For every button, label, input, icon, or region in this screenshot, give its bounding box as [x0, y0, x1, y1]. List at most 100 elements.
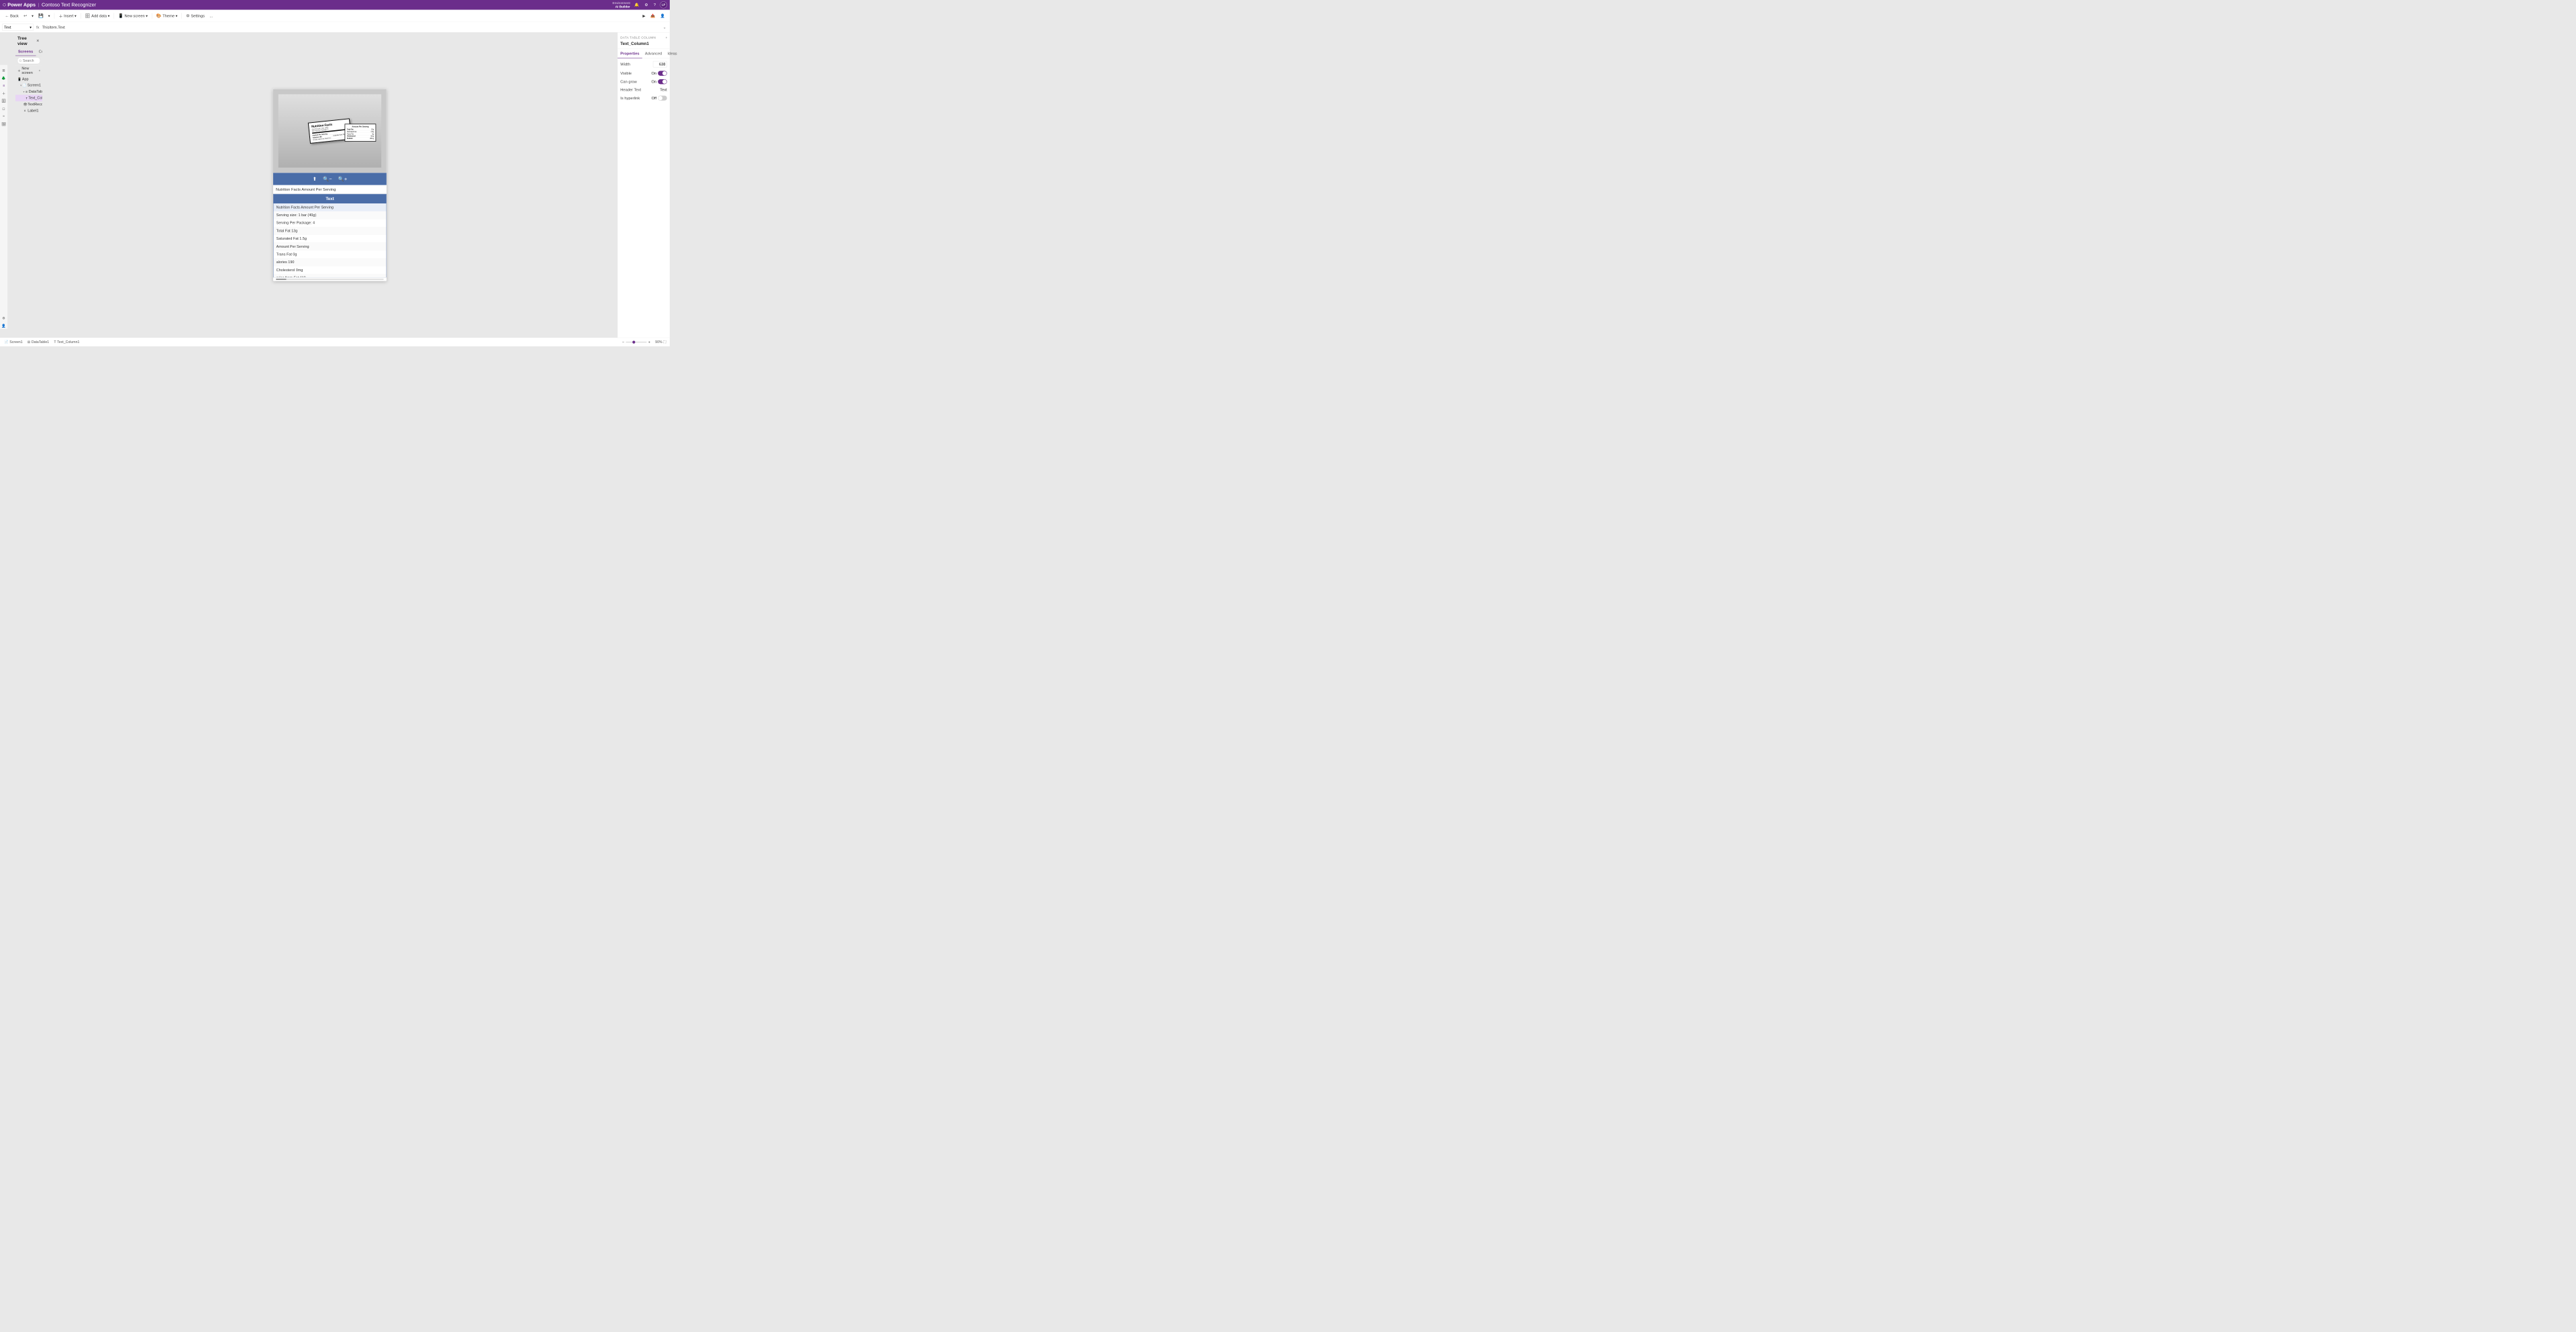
zoom-plus-button[interactable]: + [648, 339, 651, 345]
zoom-in-button[interactable]: 🔍+ [337, 175, 348, 183]
undo-button[interactable]: ↩ [21, 12, 29, 19]
visible-value: On [651, 71, 656, 76]
tree-close-button[interactable]: ✕ [36, 38, 40, 44]
tab-properties[interactable]: Properties [617, 49, 642, 58]
new-screen-button[interactable]: 📱 New screen ▾ [116, 12, 150, 19]
notifications-button[interactable]: 🔔 [633, 2, 640, 8]
table-row[interactable]: Serving Per Package: 4 [273, 219, 386, 227]
expand-button[interactable]: › [666, 36, 667, 40]
table-row[interactable]: alories 190 [273, 258, 386, 267]
visible-toggle[interactable] [658, 71, 667, 76]
table-row[interactable]: Saturated Fat 1.5g [273, 235, 386, 243]
sidebar-icon-vars[interactable]: ≈ [1, 113, 7, 119]
save-button[interactable]: 💾 [36, 12, 46, 19]
table-row[interactable]: Amount Per Serving [273, 242, 386, 250]
save-dropdown[interactable]: ▾ [46, 13, 52, 19]
sidebar-screen1-label: Screen1 [28, 83, 41, 87]
status-datatable1[interactable]: ⊞ DataTable1 [26, 339, 50, 345]
sidebar-icon-home[interactable]: ⊞ [1, 67, 7, 73]
prop-width: Width [620, 61, 666, 67]
formula-input[interactable] [42, 25, 660, 30]
sidebar-item-new-screen[interactable]: ＋ New screen ▾ [15, 66, 42, 77]
sidebar-icon-data[interactable]: 🗄 [1, 98, 7, 104]
search-input[interactable] [17, 58, 40, 64]
tab-components[interactable]: Components [36, 48, 42, 56]
insert-button[interactable]: ＋ Insert ▾ [56, 11, 79, 19]
right-panel-header: DATA TABLE COLUMN › Text_Column1 [617, 32, 670, 49]
formula-expand-icon[interactable]: ⌄ [662, 24, 668, 30]
settings-button[interactable]: ⚙ [643, 2, 649, 8]
scrollbar-track[interactable] [276, 279, 384, 280]
formula-bar: Text ▾ fx ⌄ [0, 22, 670, 33]
sidebar-item-datatable1[interactable]: ▾ ⊞ DataTable1 [15, 89, 42, 95]
sidebar-icon-tree[interactable]: 🌲 [1, 75, 7, 81]
tab-advanced[interactable]: Advanced [642, 49, 665, 58]
sidebar-item-label1[interactable]: A Label1 [15, 107, 42, 113]
sidebar-icon-media[interactable]: 🖼 [1, 121, 7, 127]
table-row[interactable]: Cholesterol 0mg [273, 267, 386, 275]
sidebar-item-app[interactable]: 📱 App [15, 76, 42, 82]
help-button[interactable]: ? [652, 2, 657, 8]
sidebar-icon-user-bottom[interactable]: 👤 [1, 322, 7, 328]
app-frame: Nutrition Facts Serving size 1 bar (40g)… [273, 89, 387, 281]
status-screen1[interactable]: 📄 Screen1 [3, 339, 24, 345]
add-data-button[interactable]: 🗄 Add data ▾ [83, 12, 112, 19]
can-grow-toggle[interactable] [658, 79, 667, 84]
can-grow-value: On [651, 79, 656, 84]
sidebar-icon-layers[interactable]: ≡ [1, 83, 7, 89]
tab-screens[interactable]: Screens [15, 48, 36, 56]
nc-sf-label: Saturated Fat [347, 131, 356, 133]
screen-item-icon: 📄 [23, 83, 26, 87]
theme-button[interactable]: 🎨 Theme ▾ [154, 12, 180, 19]
chevron-down-icon-theme: ▾ [176, 13, 178, 18]
expand-icon-screen1: ▾ [20, 84, 21, 87]
user-icon-button[interactable]: 👤 [658, 13, 666, 19]
prop-header-text: Header Text Text [620, 88, 666, 93]
visible-label: Visible [620, 71, 632, 76]
upload-icon: ⬆ [313, 176, 317, 181]
sidebar-icon-plus[interactable]: ＋ [1, 90, 7, 96]
sidebar-icon-components[interactable]: ◻ [1, 105, 7, 111]
settings-toolbar-button[interactable]: ⚙ Settings [184, 12, 207, 19]
result-label: Nutrition Facts Amount Per Serving [273, 185, 387, 194]
table-row[interactable]: Serving size: 1 bar (40g) [273, 211, 386, 220]
nutrition-image: Nutrition Facts Serving size 1 bar (40g)… [279, 94, 381, 167]
sidebar-item-screen1[interactable]: ▾ 📄 Screen1 [15, 82, 42, 88]
datatable-item-icon: ⊞ [26, 90, 28, 93]
table-row[interactable]: Total Fat 13g [273, 227, 386, 235]
publish-button[interactable]: 📤 [648, 13, 657, 19]
can-grow-label: Can grow [620, 79, 636, 84]
sidebar-textrecognizer1-label: TextRecognizer1 [28, 102, 42, 106]
insert-label: Insert [64, 13, 73, 18]
scrollbar-thumb[interactable] [276, 279, 287, 280]
preview-button[interactable]: ▶ [640, 13, 648, 19]
width-input[interactable] [653, 61, 667, 67]
nc-aps-label: Amount Per Serving [347, 126, 374, 128]
label-item-icon: A [23, 109, 26, 112]
is-hyperlink-toggle[interactable] [658, 95, 667, 100]
back-button[interactable]: ← Back [3, 12, 21, 19]
zoom-out-icon: 🔍− [323, 176, 332, 181]
status-textcolumn1[interactable]: T Text_Column1 [52, 339, 81, 344]
expand-icon-datatable: ▾ [23, 90, 24, 93]
sidebar-icon-settings-bottom[interactable]: ⚙ [1, 315, 7, 321]
sidebar-item-textrecognizer1[interactable]: 👁 TextRecognizer1 [15, 101, 42, 107]
breadcrumb: DATA TABLE COLUMN [620, 36, 656, 39]
upload-button[interactable]: ⬆ [311, 175, 318, 183]
data-table[interactable]: Text Nutrition Facts Amount Per Serving … [273, 194, 387, 277]
table-row[interactable]: Trans Fat 0g [273, 250, 386, 258]
tab-ideas[interactable]: Ideas [665, 49, 680, 58]
more-options-button[interactable]: ... [207, 13, 215, 19]
table-row[interactable]: Nutrition Facts Amount Per Serving [273, 203, 386, 211]
undo-dropdown[interactable]: ▾ [30, 13, 36, 19]
zoom-out-button[interactable]: 🔍− [321, 175, 333, 183]
app-title: Contoso Text Recognizer [42, 2, 96, 7]
undo-group: ↩ ▾ [21, 12, 36, 19]
add-data-label: Add data [91, 13, 107, 18]
formula-selector[interactable]: Text ▾ [2, 23, 34, 30]
fullscreen-button[interactable]: ⛶ [663, 339, 667, 345]
user-icon: 👤 [660, 13, 664, 18]
sidebar-item-textcolumn1[interactable]: T Text_Column1 ··· [15, 95, 42, 101]
prop-is-hyperlink: Is hyperlink Off [620, 95, 666, 100]
zoom-minus-button[interactable]: − [622, 339, 625, 345]
